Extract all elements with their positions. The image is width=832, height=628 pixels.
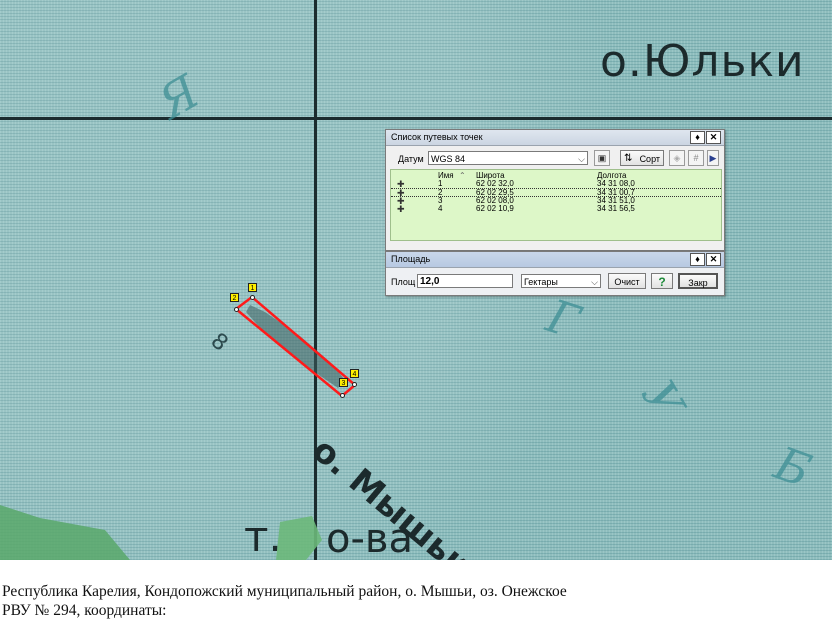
- close-button[interactable]: Закр: [678, 273, 718, 289]
- waypoint-lat: 62 02 10,9: [476, 204, 514, 213]
- unit-select[interactable]: Гектары ⌵: [521, 274, 601, 288]
- caption: Республика Карелия, Кондопожский муницип…: [2, 582, 830, 620]
- waypoint-name: 4: [438, 204, 443, 213]
- area-value-field[interactable]: 12,0: [417, 274, 513, 288]
- sort-icon: ⇅: [624, 153, 633, 164]
- waypoint-lon: 34 31 56,5: [597, 204, 635, 213]
- polygon-vertex[interactable]: [250, 295, 255, 300]
- waypoints-window-title: Список путевых точек: [391, 132, 483, 142]
- caption-line: РВУ № 294, координаты:: [2, 602, 167, 619]
- datum-select[interactable]: WGS 84 ⌵: [428, 151, 588, 165]
- area-window: Площадь ♦ ✕ Площ 12,0 Гектары ⌵ Очист ? …: [385, 251, 725, 296]
- waypoint-name: 1: [438, 179, 443, 188]
- chevron-down-icon: ⌵: [578, 154, 585, 164]
- waypoint-marker-3[interactable]: 3: [339, 378, 348, 387]
- chevron-down-icon: ⌵: [591, 277, 598, 287]
- table-row[interactable]: ✚ 4 62 02 10,9 34 31 56,5: [391, 204, 721, 214]
- waypoints-window: Список путевых точек ♦ ✕ Датум WGS 84 ⌵ …: [385, 129, 725, 251]
- datum-label: Датум: [398, 154, 424, 164]
- area-window-titlebar[interactable]: Площадь ♦ ✕: [386, 252, 724, 268]
- close-icon[interactable]: ✕: [706, 131, 721, 144]
- waypoint-flag-icon: ✚: [397, 204, 405, 214]
- datum-value: WGS 84: [431, 154, 466, 164]
- waypoints-window-titlebar[interactable]: Список путевых точек ♦ ✕: [386, 130, 724, 146]
- export-icon[interactable]: ▶: [707, 150, 719, 166]
- waypoint-lon: 34 31 08,0: [597, 179, 635, 188]
- sort-label: Сорт: [639, 154, 660, 164]
- table-row[interactable]: ✚ 1 62 02 32,0 34 31 08,0: [391, 179, 721, 189]
- waypoint-marker-1[interactable]: 1: [248, 283, 257, 292]
- polygon-vertex[interactable]: [352, 382, 357, 387]
- target-icon[interactable]: ◈: [669, 150, 685, 166]
- close-icon[interactable]: ✕: [706, 253, 721, 266]
- waypoint-marker-2[interactable]: 2: [230, 293, 239, 302]
- polygon-vertex[interactable]: [234, 307, 239, 312]
- grid-icon[interactable]: #: [688, 150, 704, 166]
- caption-line: Республика Карелия, Кондопожский муницип…: [2, 583, 567, 600]
- sort-button[interactable]: ⇅ Сорт: [620, 150, 664, 166]
- save-icon[interactable]: ▣: [594, 150, 610, 166]
- pin-icon[interactable]: ♦: [690, 253, 705, 266]
- waypoint-marker-4[interactable]: 4: [350, 369, 359, 378]
- pin-icon[interactable]: ♦: [690, 131, 705, 144]
- waypoint-lat: 62 02 32,0: [476, 179, 514, 188]
- unit-value: Гектары: [524, 277, 558, 287]
- help-button[interactable]: ?: [651, 273, 673, 289]
- polygon-vertex[interactable]: [340, 393, 345, 398]
- area-label: Площ: [391, 277, 416, 287]
- topographic-map[interactable]: Я Г У Б о.Юльки 8 о. Мышьи т. о-ва 1 2 3…: [0, 0, 832, 560]
- sort-indicator-icon: ⌃: [459, 171, 466, 180]
- area-window-title: Площадь: [391, 254, 431, 264]
- waypoint-flag-icon: ✚: [397, 179, 405, 189]
- clear-button[interactable]: Очист: [608, 273, 646, 289]
- waypoint-list[interactable]: Имя ⌃ Широта Долгота ✚ 1 62 02 32,0 34 3…: [390, 169, 722, 241]
- area-value: 12,0: [420, 276, 440, 287]
